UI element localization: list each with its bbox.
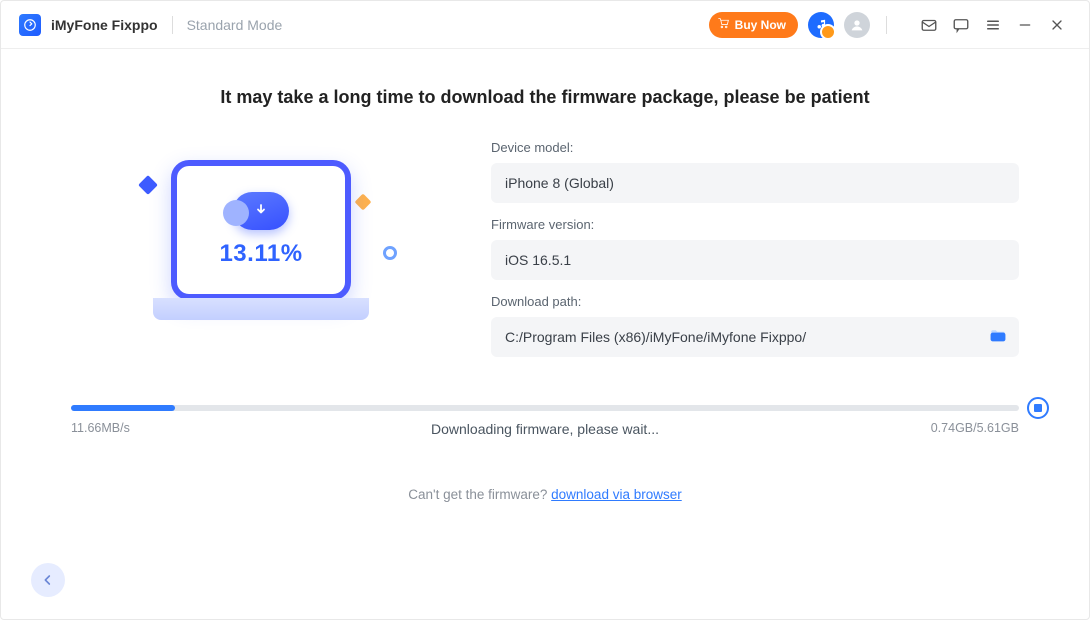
- mail-icon[interactable]: [915, 11, 943, 39]
- footer-help: Can't get the firmware? download via bro…: [71, 487, 1019, 502]
- firmware-version-field: iOS 16.5.1: [491, 240, 1019, 280]
- divider: [172, 16, 173, 34]
- firmware-version-label: Firmware version:: [491, 217, 1019, 232]
- music-search-icon[interactable]: [808, 12, 834, 38]
- app-window: iMyFone Fixppo Standard Mode Buy Now It …: [0, 0, 1090, 620]
- back-button[interactable]: [31, 563, 65, 597]
- download-path-label: Download path:: [491, 294, 1019, 309]
- download-via-browser-link[interactable]: download via browser: [551, 487, 682, 502]
- main-content: It may take a long time to download the …: [1, 49, 1089, 502]
- decor-diamond-icon: [138, 175, 158, 195]
- close-button[interactable]: [1043, 11, 1071, 39]
- device-model-field: iPhone 8 (Global): [491, 163, 1019, 203]
- buy-now-button[interactable]: Buy Now: [709, 12, 798, 38]
- divider: [886, 16, 887, 34]
- firmware-version-value: iOS 16.5.1: [505, 252, 571, 268]
- device-model-label: Device model:: [491, 140, 1019, 155]
- download-path-value: C:/Program Files (x86)/iMyFone/iMyfone F…: [505, 329, 806, 345]
- stop-button[interactable]: [1027, 397, 1049, 419]
- progress-section: 11.66MB/s Downloading firmware, please w…: [71, 405, 1019, 435]
- download-percent: 13.11%: [219, 240, 302, 268]
- titlebar: iMyFone Fixppo Standard Mode Buy Now: [1, 1, 1089, 49]
- page-headline: It may take a long time to download the …: [71, 87, 1019, 108]
- app-logo-icon: [19, 14, 41, 36]
- decor-ring-icon: [383, 246, 397, 260]
- decor-sparkle-icon: [355, 194, 372, 211]
- cloud-download-icon: [233, 192, 289, 230]
- illustration: 13.11%: [71, 140, 451, 371]
- app-name: iMyFone Fixppo: [51, 17, 158, 33]
- mode-label: Standard Mode: [187, 17, 283, 33]
- footer-prefix: Can't get the firmware?: [408, 487, 551, 502]
- stop-icon: [1034, 404, 1042, 412]
- device-model-value: iPhone 8 (Global): [505, 175, 614, 191]
- progress-bar-fill: [71, 405, 175, 411]
- download-path-field: C:/Program Files (x86)/iMyFone/iMyfone F…: [491, 317, 1019, 357]
- browse-folder-icon[interactable]: [989, 327, 1007, 348]
- cart-icon: [717, 17, 730, 33]
- menu-icon[interactable]: [979, 11, 1007, 39]
- profile-icon[interactable]: [844, 12, 870, 38]
- buy-now-label: Buy Now: [735, 18, 786, 32]
- download-status: Downloading firmware, please wait...: [71, 421, 1019, 437]
- device-stand: [153, 298, 369, 320]
- progress-bar: [71, 405, 1019, 411]
- minimize-button[interactable]: [1011, 11, 1039, 39]
- progress-row: 11.66MB/s Downloading firmware, please w…: [71, 421, 1019, 435]
- device-illustration: 13.11%: [171, 160, 351, 300]
- fields-column: Device model: iPhone 8 (Global) Firmware…: [491, 140, 1019, 371]
- feedback-icon[interactable]: [947, 11, 975, 39]
